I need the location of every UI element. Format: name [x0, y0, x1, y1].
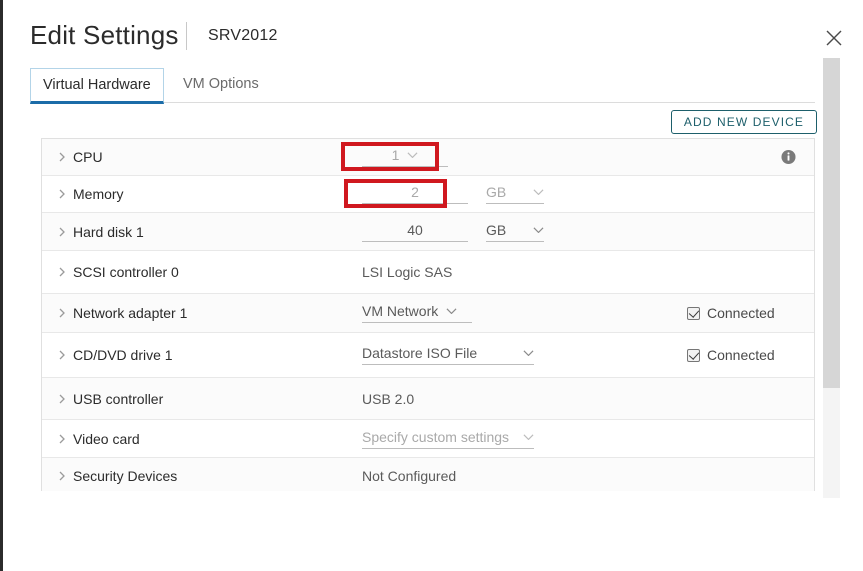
title-divider	[186, 22, 187, 50]
expand-chevron-icon[interactable]	[57, 151, 67, 163]
close-icon[interactable]	[822, 26, 846, 50]
device-label: Memory	[73, 186, 124, 202]
tab-virtual-hardware-label: Virtual Hardware	[43, 77, 151, 93]
edit-settings-dialog: Edit Settings SRV2012 Virtual Hardware V…	[0, 0, 863, 571]
device-select[interactable]: 1	[362, 147, 448, 167]
device-value: Not Configured	[362, 467, 457, 484]
expand-chevron-icon[interactable]	[57, 393, 67, 405]
expand-chevron-icon[interactable]	[57, 266, 67, 278]
device-row[interactable]: SCSI controller 0 LSI Logic SAS	[42, 251, 814, 294]
device-row[interactable]: Video card Specify custom settings	[42, 420, 814, 458]
device-unit-value: GB	[486, 221, 507, 238]
expand-chevron-icon[interactable]	[57, 188, 67, 200]
chevron-down-icon	[523, 433, 534, 441]
chevron-down-icon	[446, 307, 457, 315]
info-icon[interactable]	[781, 149, 796, 165]
device-list: CPU 1 Memory 2 GB Hard disk 1 40 GB SCSI control…	[41, 138, 815, 491]
device-input-value: 40	[407, 221, 423, 238]
scrollbar-thumb[interactable]	[823, 58, 840, 388]
device-row[interactable]: CPU 1	[42, 139, 814, 176]
connected-label: Connected	[707, 305, 775, 321]
connected-checkbox[interactable]	[687, 348, 700, 362]
device-label: CD/DVD drive 1	[73, 347, 173, 363]
page-title: Edit Settings	[30, 20, 179, 50]
device-value: LSI Logic SAS	[362, 264, 453, 280]
chevron-down-icon	[407, 151, 418, 159]
chevron-down-icon	[533, 188, 544, 196]
device-input-value: 2	[411, 184, 419, 200]
expand-chevron-icon[interactable]	[57, 349, 67, 361]
device-label: Security Devices	[73, 467, 178, 484]
device-row[interactable]: Network adapter 1 VM Network Connected	[42, 294, 814, 333]
vm-name-label: SRV2012	[208, 27, 278, 44]
device-label: CPU	[73, 149, 103, 165]
device-row[interactable]: CD/DVD drive 1 Datastore ISO File Connecte…	[42, 333, 814, 378]
device-select[interactable]: Specify custom settings	[362, 429, 534, 449]
device-label: Video card	[73, 430, 140, 447]
vertical-scrollbar[interactable]	[823, 58, 840, 498]
add-new-device-button[interactable]: ADD NEW DEVICE	[670, 110, 817, 134]
device-row[interactable]: Security Devices Not Configured	[42, 458, 814, 491]
connected-checkbox-group[interactable]: Connected	[687, 347, 775, 363]
tab-virtual-hardware[interactable]: Virtual Hardware	[30, 68, 164, 104]
chevron-down-icon	[523, 349, 534, 357]
device-unit-value: GB	[486, 184, 507, 200]
device-select-value: Datastore ISO File	[362, 345, 478, 361]
expand-chevron-icon[interactable]	[57, 307, 67, 319]
device-value-input[interactable]: 40	[362, 222, 468, 242]
device-label: USB controller	[73, 390, 164, 407]
device-row[interactable]: USB controller USB 2.0	[42, 378, 814, 420]
device-label: Network adapter 1	[73, 305, 188, 321]
device-unit-select[interactable]: GB	[486, 222, 544, 242]
device-select-value: 1	[391, 147, 400, 163]
tab-vm-options-label: VM Options	[183, 76, 259, 92]
expand-chevron-icon[interactable]	[57, 433, 67, 445]
connected-label: Connected	[707, 347, 775, 363]
device-select[interactable]: Datastore ISO File	[362, 345, 534, 365]
connected-checkbox-group[interactable]: Connected	[687, 305, 775, 321]
expand-chevron-icon[interactable]	[57, 226, 67, 238]
device-label: SCSI controller 0	[73, 264, 179, 280]
device-value-input[interactable]: 2	[362, 184, 468, 204]
chevron-down-icon	[533, 226, 544, 234]
device-value: USB 2.0	[362, 390, 415, 407]
expand-chevron-icon[interactable]	[57, 470, 67, 482]
dialog-footer: CANCEL OK	[3, 491, 863, 571]
connected-checkbox[interactable]	[687, 306, 700, 320]
device-unit-select[interactable]: GB	[486, 184, 544, 204]
device-row[interactable]: Memory 2 GB	[42, 176, 814, 213]
tab-vm-options[interactable]: VM Options	[171, 68, 271, 103]
device-select-value: VM Network	[362, 303, 439, 319]
device-select[interactable]: VM Network	[362, 303, 472, 323]
dialog-header: Edit Settings SRV2012	[3, 0, 863, 62]
device-select-value: Specify custom settings	[362, 428, 510, 445]
device-row[interactable]: Hard disk 1 40 GB	[42, 213, 814, 251]
tab-bar: Virtual Hardware VM Options	[3, 68, 821, 104]
device-label: Hard disk 1	[73, 223, 144, 240]
